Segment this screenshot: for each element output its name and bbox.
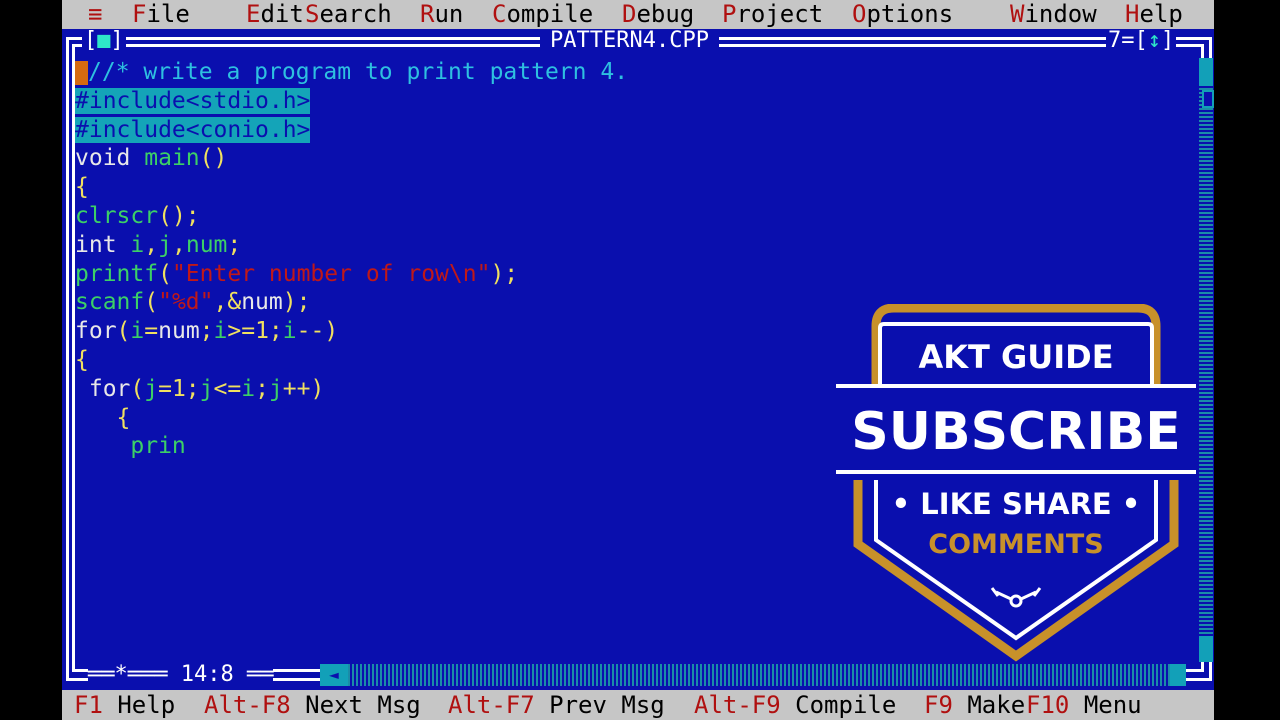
code-line: //* write a program to print pattern 4. xyxy=(75,58,1195,87)
cursor-position-indicator: ══*═══ 14:8 ══ xyxy=(88,662,274,687)
menu-search[interactable]: Search xyxy=(305,0,392,29)
window-title: PATTERN4.CPP xyxy=(540,30,719,52)
close-window-button[interactable]: [■] xyxy=(82,30,126,52)
fkey-menu[interactable]: F10 Menu xyxy=(1026,690,1142,720)
vertical-scrollbar[interactable] xyxy=(1199,58,1213,662)
close-icon: ■ xyxy=(97,28,111,53)
menu-options[interactable]: Options xyxy=(852,0,953,29)
badge-comments-text: COMMENTS xyxy=(928,529,1104,560)
code-line: printf("Enter number of row\n"); xyxy=(75,260,519,287)
system-menu-icon[interactable]: ≡ xyxy=(88,0,102,29)
fkey-compile[interactable]: Alt-F9 Compile xyxy=(694,690,896,720)
menu-edit[interactable]: Edit xyxy=(246,0,304,29)
badge-channel-name: AKT GUIDE xyxy=(918,338,1114,376)
menu-compile[interactable]: Compile xyxy=(492,0,593,29)
code-line: int i,j,num; xyxy=(75,231,242,258)
fkey-next-msg[interactable]: Alt-F8 Next Msg xyxy=(204,690,421,720)
scroll-up-arrow-icon[interactable] xyxy=(1199,58,1213,86)
fkey-prev-msg[interactable]: Alt-F7 Prev Msg xyxy=(448,690,665,720)
code-line: clrscr(); xyxy=(75,202,200,229)
badge-like-share-text: • LIKE SHARE • xyxy=(891,487,1141,521)
horizontal-scrollbar[interactable] xyxy=(320,664,1184,686)
fkey-make[interactable]: F9 Make xyxy=(924,690,1025,720)
code-line: #include<conio.h> xyxy=(75,116,311,143)
window-number-and-zoom[interactable]: 7=[↕] xyxy=(1106,28,1177,53)
window-number: 7 xyxy=(1108,28,1122,53)
menu-window[interactable]: Window xyxy=(1010,0,1097,29)
scroll-right-arrow-icon[interactable] xyxy=(1170,664,1186,686)
cursor-position: 14:8 xyxy=(180,662,234,687)
zoom-icon[interactable]: ↕ xyxy=(1148,28,1161,53)
menu-debug[interactable]: Debug xyxy=(622,0,694,29)
modified-indicator: * xyxy=(114,662,128,687)
menu-run[interactable]: Run xyxy=(420,0,463,29)
code-line: void main() xyxy=(75,145,228,172)
text-cursor xyxy=(75,60,88,85)
code-line: { xyxy=(75,174,89,201)
scroll-left-arrow-icon[interactable]: ◄ xyxy=(320,664,348,686)
menu-bar: ≡ File Edit Search Run Compile Debug Pro… xyxy=(62,0,1214,29)
menu-project[interactable]: Project xyxy=(722,0,823,29)
scroll-down-arrow-icon[interactable] xyxy=(1199,636,1213,662)
menu-help[interactable]: Help xyxy=(1125,0,1183,29)
fkey-help[interactable]: F1 Help xyxy=(74,690,175,720)
code-line: #include<stdio.h> xyxy=(75,87,311,114)
vertical-scroll-thumb[interactable] xyxy=(1202,90,1214,108)
menu-file[interactable]: File xyxy=(132,0,190,29)
badge-subscribe-text[interactable]: SUBSCRIBE xyxy=(840,400,1192,464)
emblem-icon xyxy=(990,587,1042,608)
function-key-bar: F1 Help Alt-F8 Next Msg Alt-F7 Prev Msg … xyxy=(62,690,1214,720)
